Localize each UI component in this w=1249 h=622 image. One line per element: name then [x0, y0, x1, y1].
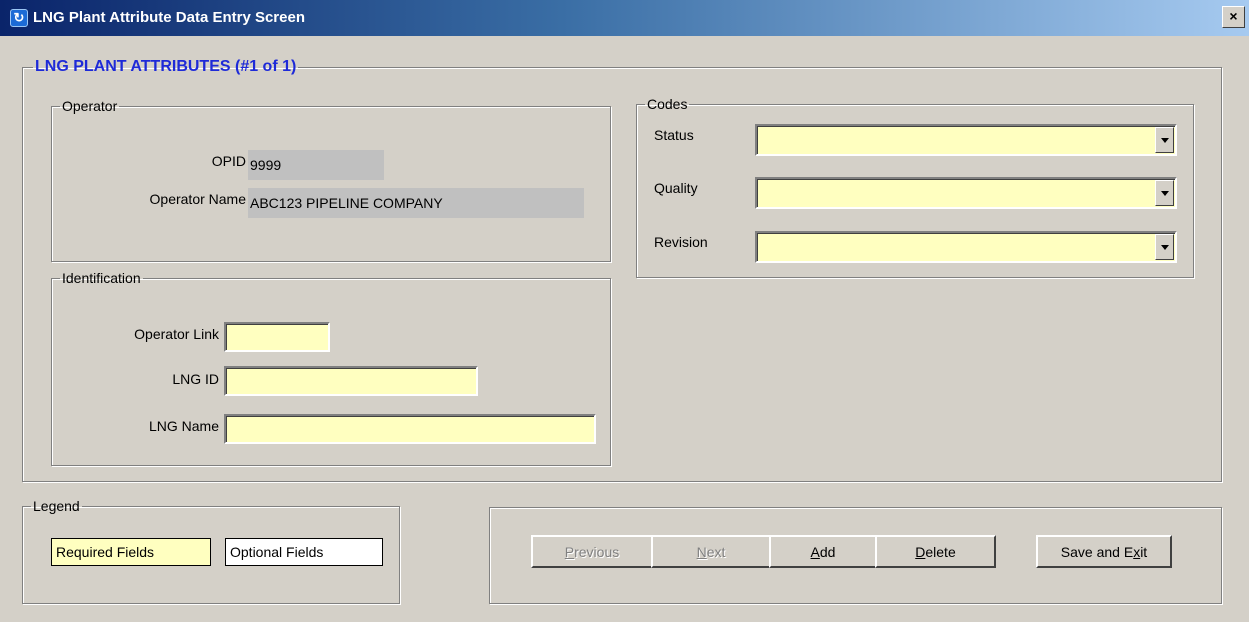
identification-group-title: Identification: [62, 270, 141, 286]
lng-name-label: LNG Name: [148, 418, 219, 434]
previous-button[interactable]: Previous: [531, 535, 653, 568]
chevron-down-icon[interactable]: [1155, 127, 1174, 153]
main-group-title: LNG PLANT ATTRIBUTES (#1 of 1): [35, 58, 297, 75]
revision-select[interactable]: [755, 231, 1177, 263]
operator-name-label: Operator Name: [149, 191, 246, 207]
chevron-down-icon[interactable]: [1155, 180, 1174, 206]
operator-group-title: Operator: [62, 98, 118, 114]
chevron-down-icon[interactable]: [1155, 234, 1174, 260]
opid-label: OPID: [211, 153, 246, 169]
operator-link-label: Operator Link: [134, 326, 219, 342]
delete-button[interactable]: Delete: [875, 535, 996, 568]
status-label: Status: [654, 127, 694, 143]
legend-group-title: Legend: [33, 498, 80, 514]
save-and-exit-button[interactable]: Save and Exit: [1036, 535, 1172, 568]
lng-id-input[interactable]: [224, 366, 478, 396]
opid-field: 9999: [248, 150, 384, 180]
window-title: LNG Plant Attribute Data Entry Screen: [33, 9, 305, 26]
status-select[interactable]: [755, 124, 1177, 156]
revision-label: Revision: [654, 234, 708, 250]
quality-label: Quality: [654, 180, 698, 196]
title-bar: ↻ LNG Plant Attribute Data Entry Screen …: [0, 0, 1249, 36]
operator-link-input[interactable]: [224, 322, 330, 352]
quality-select[interactable]: [755, 177, 1177, 209]
add-button[interactable]: Add: [769, 535, 877, 568]
operator-group: Operator: [51, 98, 611, 262]
operator-name-field: ABC123 PIPELINE COMPANY: [248, 188, 584, 218]
app-icon: ↻: [10, 9, 28, 27]
close-button[interactable]: ×: [1222, 6, 1245, 28]
lng-id-label: LNG ID: [172, 371, 219, 387]
required-fields-swatch: Required Fields: [51, 538, 211, 566]
lng-name-input[interactable]: [224, 414, 596, 444]
codes-group-title: Codes: [647, 96, 688, 112]
next-button[interactable]: Next: [651, 535, 771, 568]
optional-fields-swatch: Optional Fields: [225, 538, 383, 566]
